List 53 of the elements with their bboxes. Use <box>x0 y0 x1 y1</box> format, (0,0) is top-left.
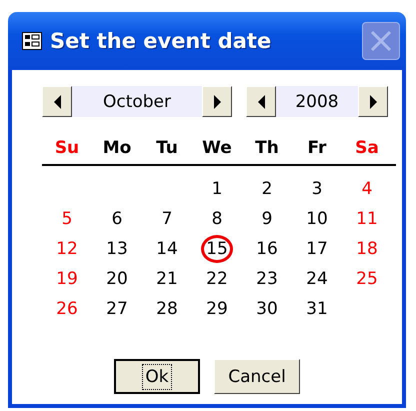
weekday-label: Fr <box>306 138 328 158</box>
day-cell[interactable]: 18 <box>351 235 383 263</box>
day-cell[interactable]: 23 <box>251 265 283 293</box>
right-triangle-icon <box>212 92 222 110</box>
day-cell[interactable]: 20 <box>101 265 133 293</box>
weekday-label: Th <box>254 138 280 158</box>
left-triangle-icon <box>52 92 62 110</box>
day-cell[interactable]: 27 <box>101 295 133 323</box>
weekday-label: Su <box>54 138 80 158</box>
day-cell[interactable]: 5 <box>51 205 83 233</box>
day-cell[interactable]: 4 <box>351 175 383 203</box>
cancel-button[interactable]: Cancel <box>214 359 300 394</box>
day-cell[interactable]: 3 <box>301 175 333 203</box>
ok-button[interactable]: Ok <box>114 359 200 394</box>
weekday-label: We <box>201 138 233 158</box>
day-cell[interactable]: 16 <box>251 235 283 263</box>
day-cell[interactable]: 22 <box>201 265 233 293</box>
day-cell[interactable]: 13 <box>101 235 133 263</box>
day-cell[interactable]: 28 <box>151 295 183 323</box>
window-title: Set the event date <box>50 29 272 53</box>
year-field[interactable]: 2008 <box>276 86 358 117</box>
day-cell[interactable]: 19 <box>51 265 83 293</box>
weekday-label: Mo <box>102 138 132 158</box>
day-cell[interactable]: 17 <box>301 235 333 263</box>
day-cell[interactable]: 12 <box>51 235 83 263</box>
close-icon <box>368 28 394 54</box>
weekday-label: Tu <box>155 138 179 158</box>
next-month-button[interactable] <box>202 86 232 117</box>
right-triangle-icon <box>368 92 378 110</box>
day-cell[interactable]: 10 <box>301 205 333 233</box>
day-cell[interactable]: 8 <box>201 205 233 233</box>
day-cell[interactable]: 9 <box>251 205 283 233</box>
day-cell[interactable]: 21 <box>151 265 183 293</box>
day-cell[interactable]: 15 <box>201 235 233 263</box>
previous-year-button[interactable] <box>246 86 276 117</box>
day-cell[interactable]: 14 <box>151 235 183 263</box>
day-cell[interactable]: 6 <box>101 205 133 233</box>
left-triangle-icon <box>256 92 266 110</box>
form-icon <box>22 32 42 50</box>
day-cell[interactable]: 29 <box>201 295 233 323</box>
weekday-label: Sa <box>354 138 380 158</box>
day-cell[interactable]: 24 <box>301 265 333 293</box>
next-year-button[interactable] <box>358 86 388 117</box>
day-cell[interactable]: 26 <box>51 295 83 323</box>
day-cell[interactable]: 30 <box>251 295 283 323</box>
day-cell[interactable]: 11 <box>351 205 383 233</box>
day-cell[interactable]: 1 <box>201 175 233 203</box>
day-cell[interactable]: 2 <box>251 175 283 203</box>
day-cell[interactable]: 31 <box>301 295 333 323</box>
day-cell[interactable]: 7 <box>151 205 183 233</box>
previous-month-button[interactable] <box>42 86 72 117</box>
day-cell[interactable]: 25 <box>351 265 383 293</box>
month-field[interactable]: October <box>72 86 202 117</box>
